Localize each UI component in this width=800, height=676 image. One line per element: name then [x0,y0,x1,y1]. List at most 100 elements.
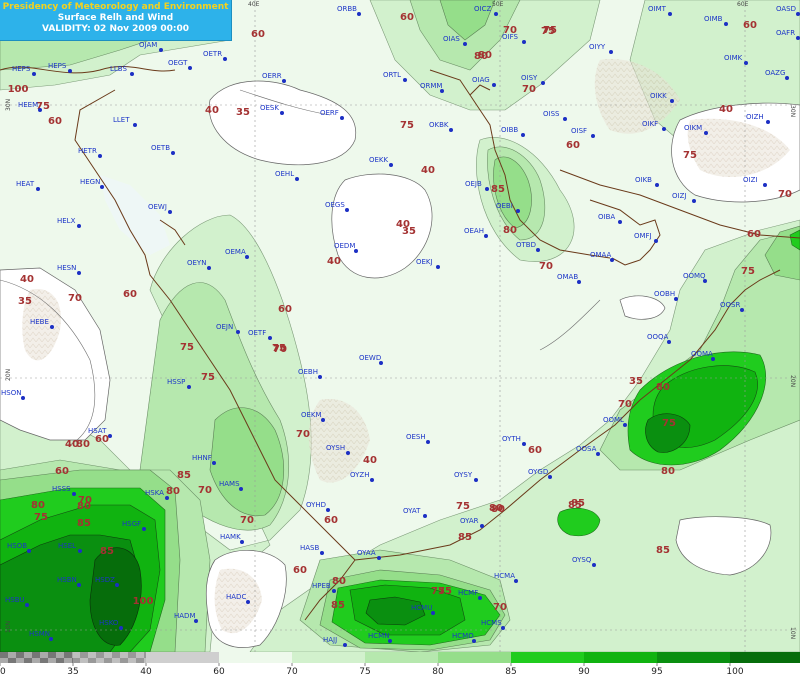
station-dot [662,127,666,131]
station-dot [207,266,211,270]
station-dot [548,475,552,479]
station-code-label: OEDM [334,242,355,250]
station-dot [521,133,525,137]
legend-swatch-60 [219,652,292,663]
station-dot [610,258,614,262]
station-code-label: ORMM [420,82,442,90]
station-dot [282,79,286,83]
contour-value-label: 80 [166,486,180,497]
contour-value-label: 70 [493,602,507,613]
lat-label: 20N [789,375,796,387]
contour-value-label: 75 [662,418,676,429]
station-code-label: HESN [57,264,76,272]
station-code-label: OYGD [528,468,548,476]
station-code-label: HSSP [167,378,185,386]
station-code-label: HEEM [18,101,38,109]
station-dot [212,461,216,465]
legend-swatch-75 [365,652,438,663]
station-dot [711,357,715,361]
station-code-label: HAJJ [323,636,337,644]
station-dot [655,183,659,187]
station-code-label: HCMS [481,619,502,627]
legend-tick: 100 [726,667,743,676]
station-code-label: OIMB [704,15,723,23]
station-code-label: OEGS [325,201,345,209]
station-dot [766,120,770,124]
lon-label: 50E [492,1,504,8]
station-code-label: HAMK [220,533,241,541]
station-code-label: LLET [113,116,130,124]
station-dot [472,639,476,643]
contour-value-label: 70 [522,84,536,95]
contour-value-label: 75 [180,342,194,353]
station-dot [21,396,25,400]
station-code-label: OERF [320,109,339,117]
map-title-box: Presidency of Meteorology and Environmen… [0,0,232,41]
station-dot [744,61,748,65]
contour-value-label: 35 [236,107,250,118]
station-dot [501,626,505,630]
station-code-label: HEBE [30,318,49,326]
station-dot [480,524,484,528]
station-code-label: HSEL [58,542,76,550]
station-dot [119,626,123,630]
station-code-label: HSON [1,389,21,397]
station-code-label: HASB [300,544,319,552]
station-dot [318,375,322,379]
station-dot [236,330,240,334]
lat-label: 20N [5,369,12,381]
station-code-label: ORBB [337,5,357,13]
station-dot [346,451,350,455]
station-code-label: OIAG [472,76,490,84]
contour-value-label: 60 [278,304,292,315]
station-code-label: OISY [521,74,538,82]
station-code-label: OMAA [590,251,612,259]
station-dot [423,514,427,518]
contour-value-label: 80 [503,225,517,236]
station-dot [321,418,325,422]
station-dot [130,72,134,76]
station-dot [187,385,191,389]
station-dot [704,131,708,135]
legend-swatch-90 [584,652,657,663]
contour-value-label: 40 [396,219,410,230]
station-dot [340,116,344,120]
station-dot [577,280,581,284]
station-code-label: HELX [57,217,76,225]
station-code-label: OIMT [648,5,667,13]
station-code-label: OISS [543,110,560,118]
station-code-label: OEMA [225,248,246,256]
legend-tick: 95 [651,667,662,676]
legend-swatch-40 [146,652,219,663]
station-dot [78,549,82,553]
station-code-label: OTBD [516,241,536,249]
station-code-label: OMFJ [634,232,652,240]
station-code-label: OOSR [720,301,740,309]
station-code-label: OOML [603,416,624,424]
station-code-label: OEWD [359,354,381,362]
legend-tick: 40 [140,667,152,676]
station-dot [168,210,172,214]
station-dot [563,117,567,121]
station-code-label: OYSY [454,471,473,479]
contour-value-label: 60 [55,466,69,477]
station-dot [377,556,381,560]
station-code-label: HSAT [88,427,107,435]
legend-tick: 35 [67,667,78,676]
station-dot [38,108,42,112]
station-code-label: OOMQ [683,272,706,280]
station-dot [159,48,163,52]
station-code-label: OEBH [298,368,318,376]
station-code-label: OIZH [746,113,764,121]
contour-value-label: 75 [456,501,470,512]
legend-tick: 70 [286,667,298,676]
contour-value-label: 85 [331,600,345,611]
station-dot [133,123,137,127]
contour-value-label: 70 [618,399,632,410]
station-dot [194,619,198,623]
contour-value-label: 75 [201,372,215,383]
station-code-label: HPEB [312,582,331,590]
station-dot [354,249,358,253]
station-dot [240,540,244,544]
station-dot [609,50,613,54]
